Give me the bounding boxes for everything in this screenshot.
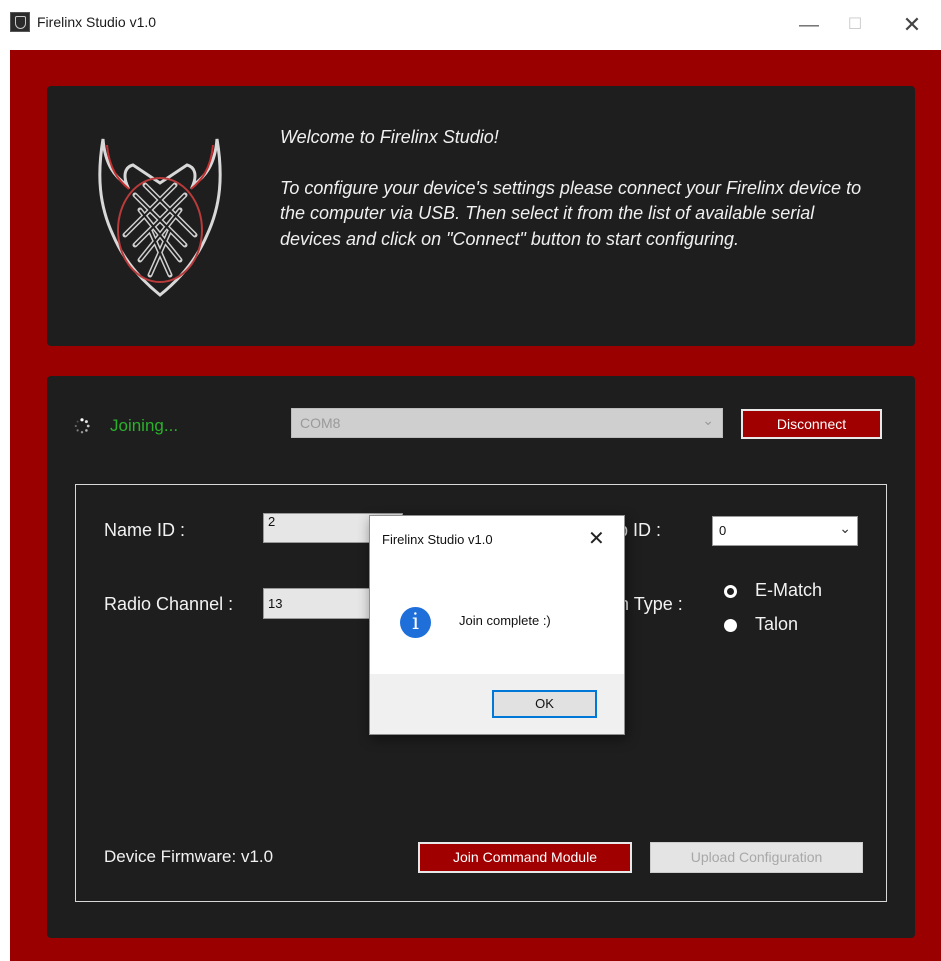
firmware-version: Device Firmware: v1.0 <box>104 847 274 866</box>
info-icon: i <box>400 607 431 638</box>
maximize-button[interactable]: ☐ <box>832 0 878 50</box>
info-glyph: i <box>411 610 420 635</box>
dialog-footer: OK <box>370 674 624 734</box>
serial-port-value: COM8 <box>300 415 341 431</box>
connection-status: Joining... <box>110 416 179 435</box>
welcome-message: Welcome to Firelinx Studio! To configure… <box>280 125 880 252</box>
app-logo-icon <box>10 12 30 32</box>
upload-configuration-button[interactable]: Upload Configuration <box>650 842 863 873</box>
firelinx-logo-icon <box>98 138 222 297</box>
close-button[interactable]: ✕ <box>889 0 935 50</box>
radio-label: Talon <box>755 614 799 634</box>
disconnect-button[interactable]: Disconnect <box>741 409 882 439</box>
title-bar[interactable]: Firelinx Studio v1.0 — ☐ ✕ <box>0 0 941 50</box>
serial-port-select[interactable]: COM8 ⌄ <box>291 408 723 438</box>
welcome-instructions: To configure your device's settings plea… <box>280 177 862 249</box>
welcome-heading: Welcome to Firelinx Studio! <box>280 127 499 147</box>
loading-spinner-icon <box>74 418 90 434</box>
ok-button[interactable]: OK <box>492 690 597 718</box>
minimize-button[interactable]: — <box>786 0 832 50</box>
chevron-down-icon: ⌄ <box>839 520 851 536</box>
group-id-value: 0 <box>719 523 727 538</box>
dialog-title: Firelinx Studio v1.0 <box>382 532 493 547</box>
radio-button-icon[interactable] <box>724 585 737 598</box>
dialog-message: Join complete :) <box>459 613 551 628</box>
radio-channel-label: Radio Channel : <box>104 594 234 614</box>
join-command-module-button[interactable]: Join Command Module <box>418 842 632 873</box>
name-id-label: Name ID : <box>104 520 186 540</box>
window-title: Firelinx Studio v1.0 <box>37 14 157 30</box>
message-dialog: Firelinx Studio v1.0 ✕ i Join complete :… <box>369 515 625 735</box>
dialog-close-button[interactable]: ✕ <box>588 526 605 551</box>
chevron-down-icon: ⌄ <box>702 412 714 428</box>
radio-label: E-Match <box>755 580 823 600</box>
radio-button-selected-icon[interactable] <box>724 619 737 632</box>
group-id-select[interactable]: 0 ⌄ <box>712 516 858 546</box>
